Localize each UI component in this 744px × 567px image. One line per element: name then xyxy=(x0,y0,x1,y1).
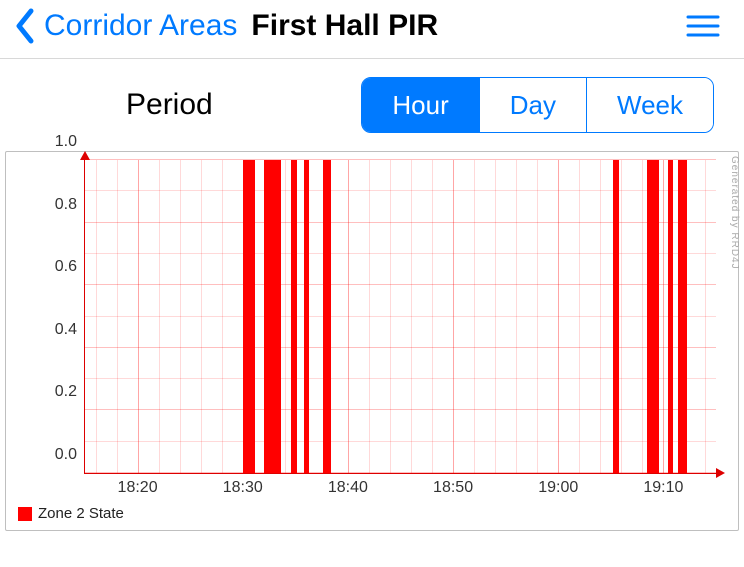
chart-bar xyxy=(323,160,331,473)
chart-bar xyxy=(678,160,686,473)
chart-bar xyxy=(291,160,297,473)
segment-day[interactable]: Day xyxy=(479,78,586,132)
chart-legend: Zone 2 State xyxy=(18,505,124,522)
chart-plot-area: 0.00.20.40.60.81.018:2018:3018:4018:5019… xyxy=(84,160,716,474)
chart-bar xyxy=(243,160,256,473)
y-tick-label: 0.6 xyxy=(55,258,85,276)
chart-watermark: Generated by RRD4J xyxy=(729,156,740,270)
y-tick-label: 0.2 xyxy=(55,383,85,401)
legend-swatch xyxy=(18,507,32,521)
segment-hour[interactable]: Hour xyxy=(362,78,478,132)
page-title: First Hall PIR xyxy=(251,9,438,43)
segment-week[interactable]: Week xyxy=(586,78,713,132)
back-label: Corridor Areas xyxy=(44,9,237,43)
x-axis-arrow-icon xyxy=(716,468,725,478)
x-tick-label: 18:50 xyxy=(433,473,473,497)
x-tick-label: 19:10 xyxy=(643,473,683,497)
chart-bar xyxy=(304,160,309,473)
period-label: Period xyxy=(126,88,213,122)
y-tick-label: 0.4 xyxy=(55,321,85,339)
x-tick-label: 18:40 xyxy=(328,473,368,497)
chart-bar xyxy=(264,160,281,473)
hamburger-icon xyxy=(686,14,720,38)
chart-bar xyxy=(647,160,660,473)
chart-container: 0.00.20.40.60.81.018:2018:3018:4018:5019… xyxy=(5,151,739,531)
header-bar: Corridor Areas First Hall PIR xyxy=(0,0,744,59)
period-segmented-control: Hour Day Week xyxy=(361,77,714,133)
legend-label: Zone 2 State xyxy=(38,505,124,522)
chevron-left-icon xyxy=(14,8,36,44)
back-button[interactable]: Corridor Areas First Hall PIR xyxy=(14,8,438,44)
y-tick-label: 0.0 xyxy=(55,446,85,464)
y-tick-label: 0.8 xyxy=(55,196,85,214)
x-tick-label: 19:00 xyxy=(538,473,578,497)
controls-row: Period Hour Day Week xyxy=(0,59,744,151)
chart-bar xyxy=(668,160,673,473)
menu-button[interactable] xyxy=(680,8,726,44)
chart-bar xyxy=(613,160,619,473)
x-tick-label: 18:20 xyxy=(118,473,158,497)
x-tick-label: 18:30 xyxy=(223,473,263,497)
y-tick-label: 1.0 xyxy=(55,133,85,151)
